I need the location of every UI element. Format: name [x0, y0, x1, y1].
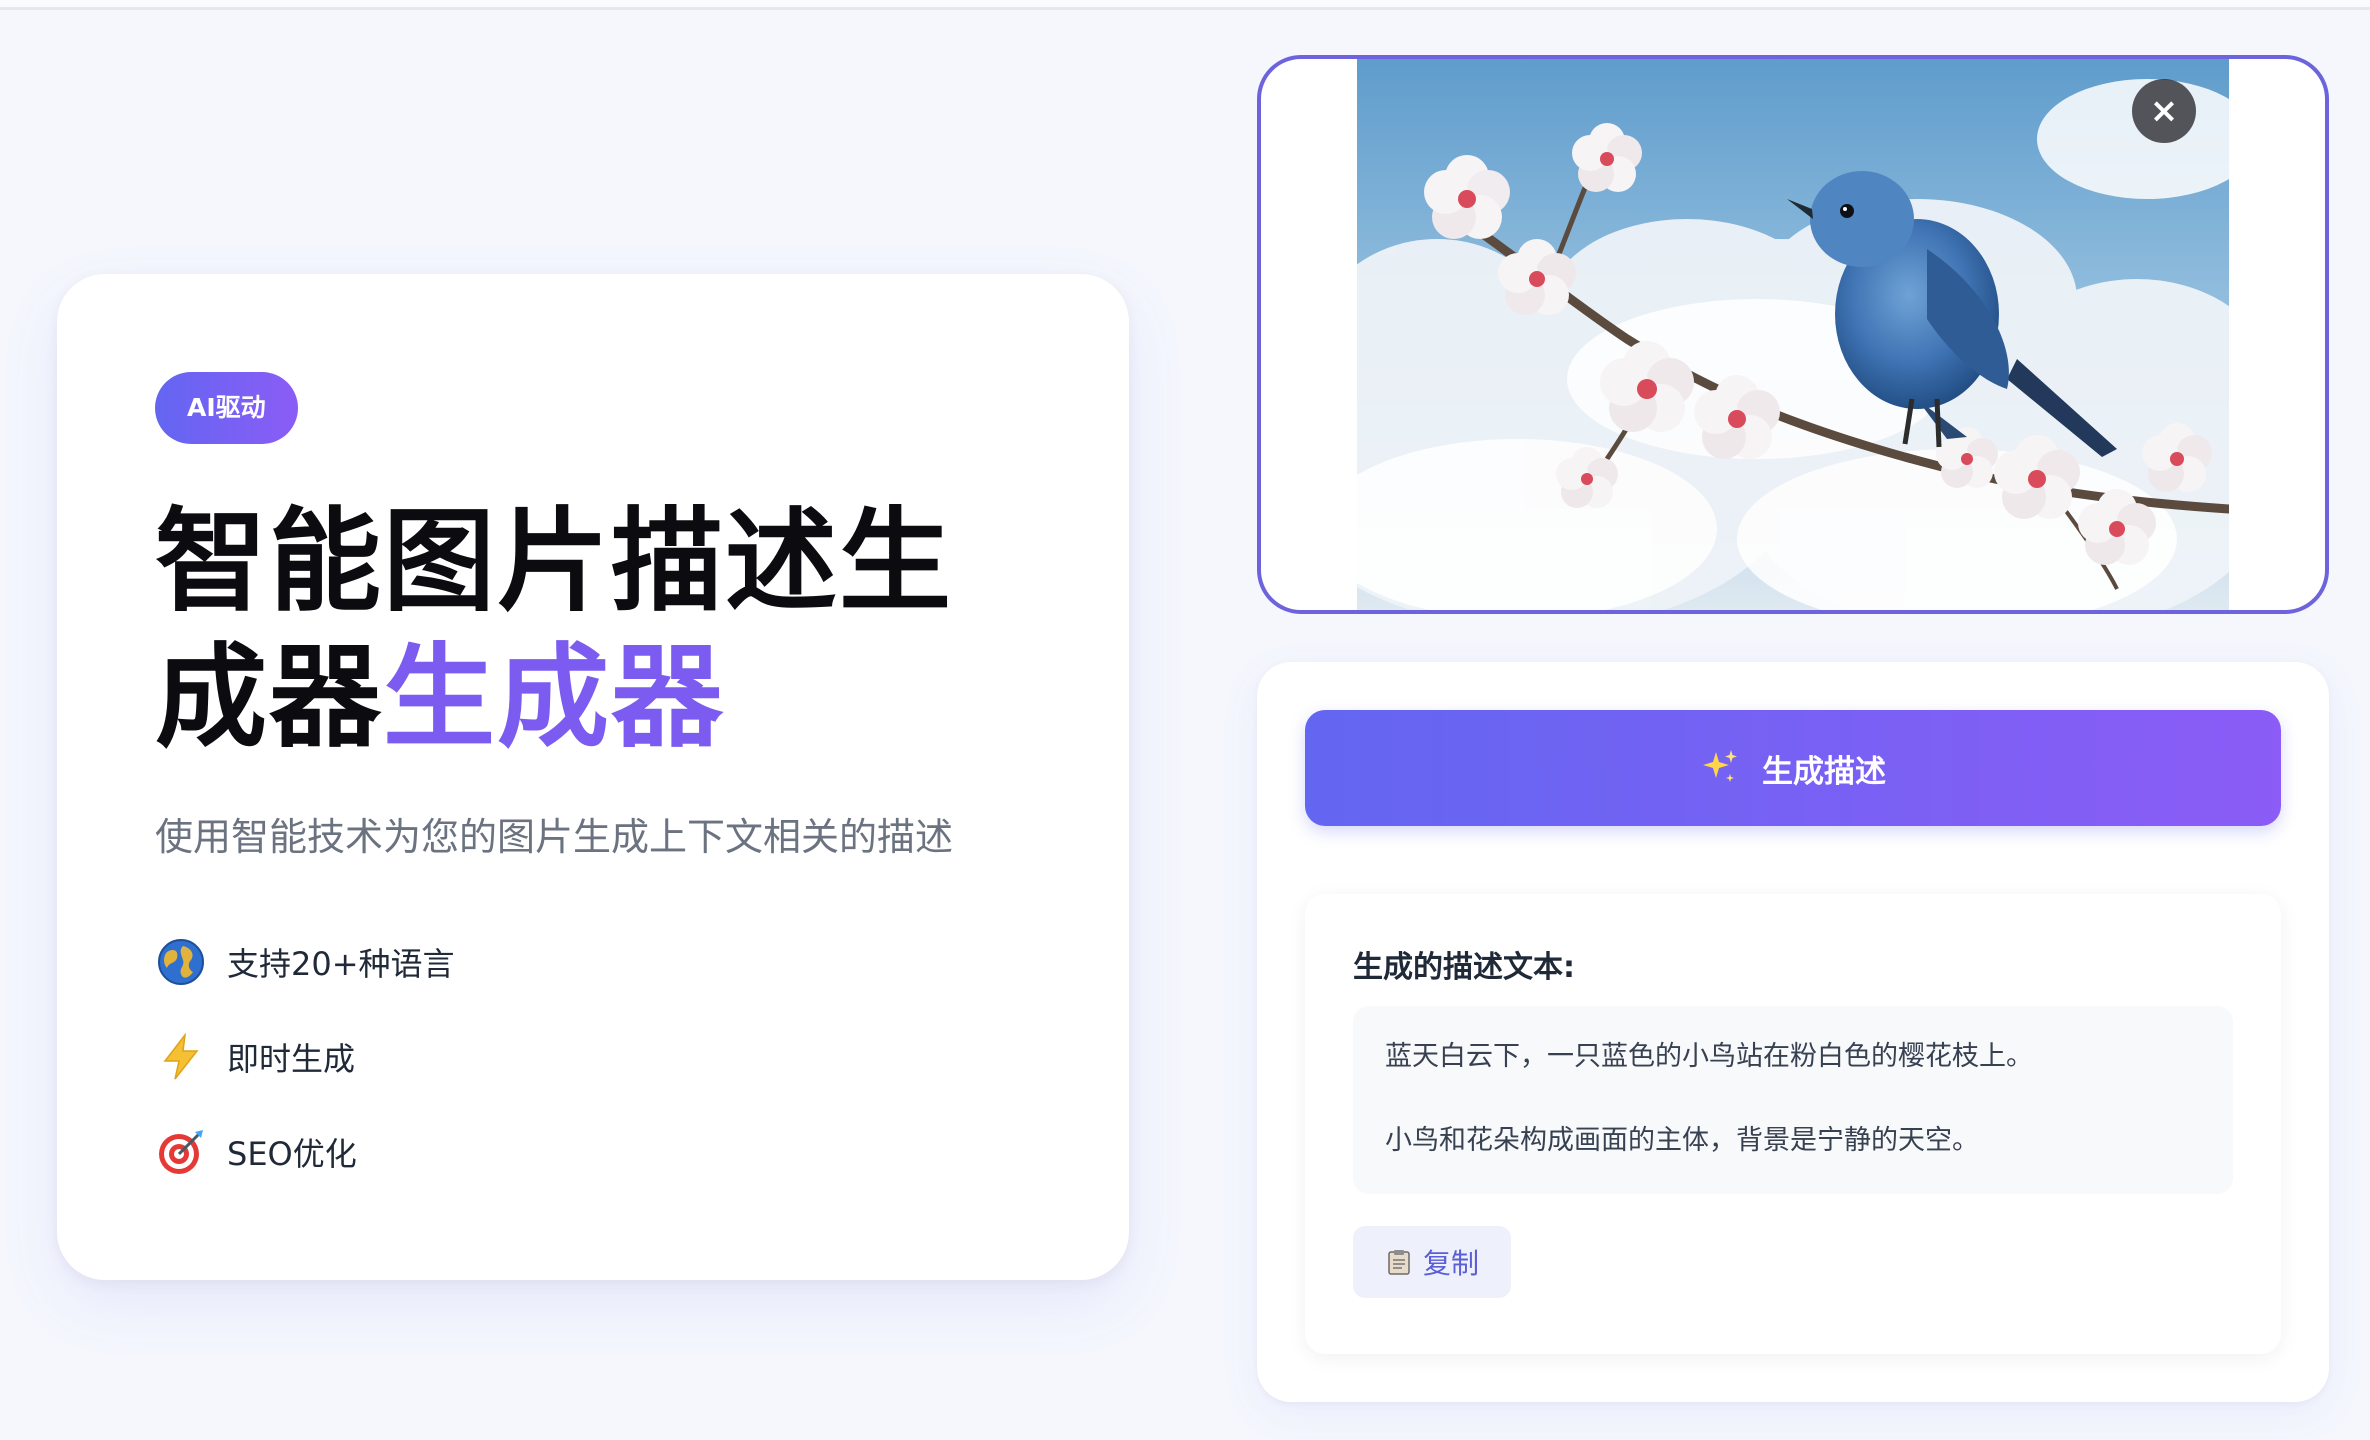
globe-icon: [155, 936, 207, 988]
title-line-2: 成器: [155, 633, 383, 763]
title-accent: 生成器: [383, 633, 725, 763]
description-text-box: 蓝天白云下，一只蓝色的小鸟站在粉白色的樱花枝上。 小鸟和花朵构成画面的主体，背景…: [1353, 1006, 2233, 1194]
result-panel: 生成的描述文本: 蓝天白云下，一只蓝色的小鸟站在粉白色的樱花枝上。 小鸟和花朵构…: [1305, 894, 2281, 1354]
description-paragraph: 蓝天白云下，一只蓝色的小鸟站在粉白色的樱花枝上。: [1385, 1041, 2033, 1072]
feature-item-seo: SEO优化: [155, 1104, 455, 1199]
uploaded-image: [1357, 59, 2229, 610]
ai-badge: AI驱动: [155, 372, 298, 444]
top-border: [0, 0, 2370, 10]
feature-item-instant: 即时生成: [155, 1009, 455, 1104]
image-preview-card: ×: [1257, 55, 2329, 614]
description-paragraph: 小鸟和花朵构成画面的主体，背景是宁静的天空。: [1385, 1125, 1979, 1156]
result-heading: 生成的描述文本:: [1353, 950, 1575, 985]
copy-button[interactable]: 复制: [1353, 1226, 1512, 1298]
hero-card: AI驱动 智能图片描述生 成器生成器 使用智能技术为您的图片生成上下文相关的描述…: [57, 274, 1129, 1280]
generate-button-label: 生成描述: [1762, 753, 1886, 790]
page-title: 智能图片描述生 成器生成器: [155, 494, 1055, 766]
title-line-1: 智能图片描述生: [155, 497, 953, 627]
sparkles-icon: [1700, 748, 1740, 788]
copy-button-label: 复制: [1423, 1247, 1480, 1280]
generator-card: 生成描述 生成的描述文本: 蓝天白云下，一只蓝色的小鸟站在粉白色的樱花枝上。 小…: [1257, 662, 2329, 1402]
feature-item-languages: 支持20+种语言: [155, 914, 455, 1009]
feature-label: SEO优化: [227, 1134, 357, 1173]
subtitle: 使用智能技术为您的图片生成上下文相关的描述: [155, 815, 954, 859]
clipboard-icon: [1385, 1248, 1413, 1276]
generate-description-button[interactable]: 生成描述: [1305, 710, 2281, 826]
feature-label: 即时生成: [227, 1039, 356, 1078]
feature-label: 支持20+种语言: [227, 944, 455, 983]
target-icon: [155, 1126, 207, 1178]
close-button[interactable]: ×: [2132, 79, 2196, 143]
feature-list: 支持20+种语言 即时生成 SEO优化: [155, 914, 455, 1199]
lightning-icon: [155, 1031, 207, 1083]
